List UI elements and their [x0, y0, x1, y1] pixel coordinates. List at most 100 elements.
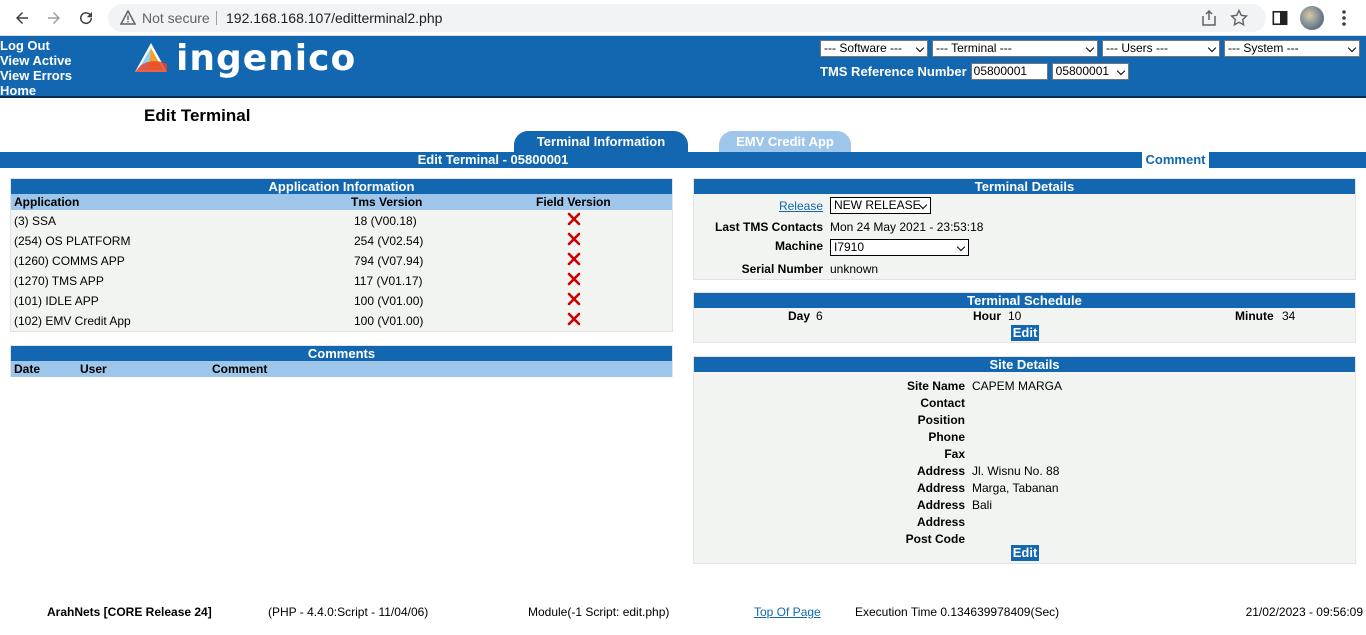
- comments-panel: Comments Date User Comment: [10, 345, 673, 377]
- col-comment: Comment: [212, 362, 268, 376]
- browser-toolbar: Not secure 192.168.168.107/editterminal2…: [0, 0, 1366, 36]
- view-active-link[interactable]: View Active: [0, 53, 72, 68]
- error-x-icon: [567, 252, 581, 266]
- terminal-details-panel: Terminal Details Release NEW RELEASE Las…: [693, 178, 1356, 280]
- ingenico-logo: ingenico: [134, 37, 357, 79]
- tms-reference-row: TMS Reference Number 05800001 05800001: [820, 63, 1129, 80]
- footer-module: Module(-1 Script: edit.php): [528, 605, 670, 619]
- top-of-page-link[interactable]: Top Of Page: [754, 605, 821, 619]
- view-errors-link[interactable]: View Errors: [0, 68, 72, 83]
- tms-reference-label: TMS Reference Number: [820, 64, 967, 79]
- site-detail-label: Post Code: [905, 532, 965, 546]
- site-detail-row: Fax: [694, 446, 1355, 463]
- url-text[interactable]: 192.168.168.107/editterminal2.php: [226, 10, 442, 26]
- omnibox-divider: [216, 11, 217, 25]
- schedule-minute-value: 34: [1282, 309, 1296, 323]
- logo-wordmark: ingenico: [176, 37, 357, 79]
- bookmark-star-icon[interactable]: [1230, 9, 1248, 27]
- profile-avatar[interactable]: [1300, 6, 1324, 30]
- side-panel-icon[interactable]: [1268, 6, 1292, 30]
- site-detail-value: Jl. Wisnu No. 88: [972, 464, 1060, 478]
- tab-emv-credit-app[interactable]: EMV Credit App: [719, 131, 851, 153]
- system-select[interactable]: --- System ---: [1224, 40, 1360, 57]
- error-x-icon: [567, 292, 581, 306]
- comment-button[interactable]: Comment: [1142, 152, 1209, 168]
- tms-version-value: 117 (V01.17): [354, 274, 423, 288]
- software-select[interactable]: --- Software ---: [820, 40, 928, 57]
- error-x-icon: [567, 212, 581, 226]
- site-detail-value: Bali: [972, 498, 993, 512]
- back-icon[interactable]: [10, 6, 34, 30]
- application-name: (101) IDLE APP: [14, 294, 99, 308]
- schedule-minute-label: Minute: [1235, 309, 1274, 323]
- terminal-select[interactable]: --- Terminal ---: [932, 40, 1098, 57]
- footer-php-version: (PHP - 4.4.0:Script - 11/04/06): [268, 605, 429, 619]
- share-icon[interactable]: [1200, 9, 1218, 27]
- schedule-edit-button[interactable]: Edit: [1011, 325, 1039, 341]
- last-tms-contacts-value: Mon 24 May 2021 - 23:53:18: [830, 220, 984, 234]
- edit-terminal-heading: Edit Terminal - 05800001: [417, 152, 569, 167]
- reload-icon[interactable]: [74, 6, 98, 30]
- header-links: Log Out View Active View Errors Home: [0, 38, 72, 98]
- site-edit-button[interactable]: Edit: [1011, 545, 1039, 561]
- menu-dots-icon[interactable]: [1334, 6, 1354, 30]
- site-detail-label: Address: [916, 515, 965, 529]
- site-detail-label: Address: [916, 464, 965, 478]
- table-row: (254) OS PLATFORM 254 (V02.54): [11, 230, 672, 250]
- error-x-icon: [567, 312, 581, 326]
- forward-icon[interactable]: [42, 6, 66, 30]
- tms-reference-select[interactable]: 05800001: [1051, 63, 1129, 80]
- home-link[interactable]: Home: [0, 83, 72, 98]
- site-details-panel: Site Details Site Name CAPEM MARGA Contact…: [693, 356, 1356, 564]
- table-row: (1270) TMS APP 117 (V01.17): [11, 270, 672, 290]
- schedule-day-value: 6: [816, 309, 823, 323]
- schedule-day-label: Day: [788, 309, 811, 323]
- address-bar[interactable]: Not secure 192.168.168.107/editterminal2…: [108, 4, 1266, 32]
- application-information-panel: Application Information Application Tms …: [10, 178, 673, 332]
- tab-terminal-information[interactable]: Terminal Information: [514, 131, 688, 153]
- warning-icon[interactable]: [120, 10, 136, 26]
- logout-link[interactable]: Log Out: [0, 38, 72, 53]
- schedule-hour-label: Hour: [973, 309, 1001, 323]
- application-name: (1270) TMS APP: [14, 274, 104, 288]
- tms-version-value: 100 (V01.00): [354, 294, 424, 308]
- table-row: (102) EMV Credit App 100 (V01.00): [11, 310, 672, 330]
- footer-datetime: 21/02/2023 - 09:56:09: [1245, 605, 1363, 619]
- security-label[interactable]: Not secure: [142, 10, 210, 26]
- application-name: (1260) COMMS APP: [14, 254, 125, 268]
- top-menu-selects: --- Software --- --- Terminal --- --- Us…: [820, 40, 1360, 57]
- tms-version-value: 794 (V07.94): [354, 254, 424, 268]
- application-table-header: Application Tms Version Field Version: [11, 194, 672, 210]
- release-link[interactable]: Release: [779, 199, 823, 213]
- tms-reference-input[interactable]: 05800001: [970, 63, 1048, 80]
- tms-version-value: 18 (V00.18): [354, 214, 417, 228]
- site-detail-row: Site Name CAPEM MARGA: [694, 378, 1355, 395]
- site-detail-row: Address Marga, Tabanan: [694, 480, 1355, 497]
- users-select[interactable]: --- Users ---: [1102, 40, 1220, 57]
- table-row: (3) SSA 18 (V00.18): [11, 210, 672, 230]
- site-detail-label: Contact: [920, 396, 965, 410]
- site-header: Log Out View Active View Errors Home ing…: [0, 36, 1366, 98]
- application-information-heading: Application Information: [11, 179, 672, 194]
- machine-select[interactable]: I7910: [830, 239, 969, 256]
- table-row: (101) IDLE APP 100 (V01.00): [11, 290, 672, 310]
- comments-table-header: Date User Comment: [11, 361, 672, 377]
- serial-number-label: Serial Number: [741, 262, 823, 276]
- site-detail-row: Contact: [694, 395, 1355, 412]
- last-tms-contacts-label: Last TMS Contacts: [714, 220, 823, 234]
- table-row: (1260) COMMS APP 794 (V07.94): [11, 250, 672, 270]
- terminal-schedule-panel: Terminal Schedule Day 6 Hour 10 Minute 3…: [693, 292, 1356, 343]
- application-name: (102) EMV Credit App: [14, 314, 131, 328]
- schedule-hour-value: 10: [1008, 309, 1022, 323]
- release-select[interactable]: NEW RELEASE: [830, 197, 931, 214]
- site-detail-value: Marga, Tabanan: [972, 481, 1059, 495]
- site-detail-label: Fax: [944, 447, 965, 461]
- footer-execution-time: Execution Time 0.134639978409(Sec): [855, 605, 1060, 619]
- col-user: User: [80, 362, 107, 376]
- terminal-schedule-heading: Terminal Schedule: [694, 293, 1355, 308]
- terminal-details-heading: Terminal Details: [694, 179, 1355, 194]
- col-date: Date: [14, 362, 41, 376]
- edit-terminal-bar: Edit Terminal - 05800001 Comment: [0, 152, 1366, 168]
- application-name: (254) OS PLATFORM: [14, 234, 131, 248]
- serial-number-value: unknown: [830, 262, 879, 276]
